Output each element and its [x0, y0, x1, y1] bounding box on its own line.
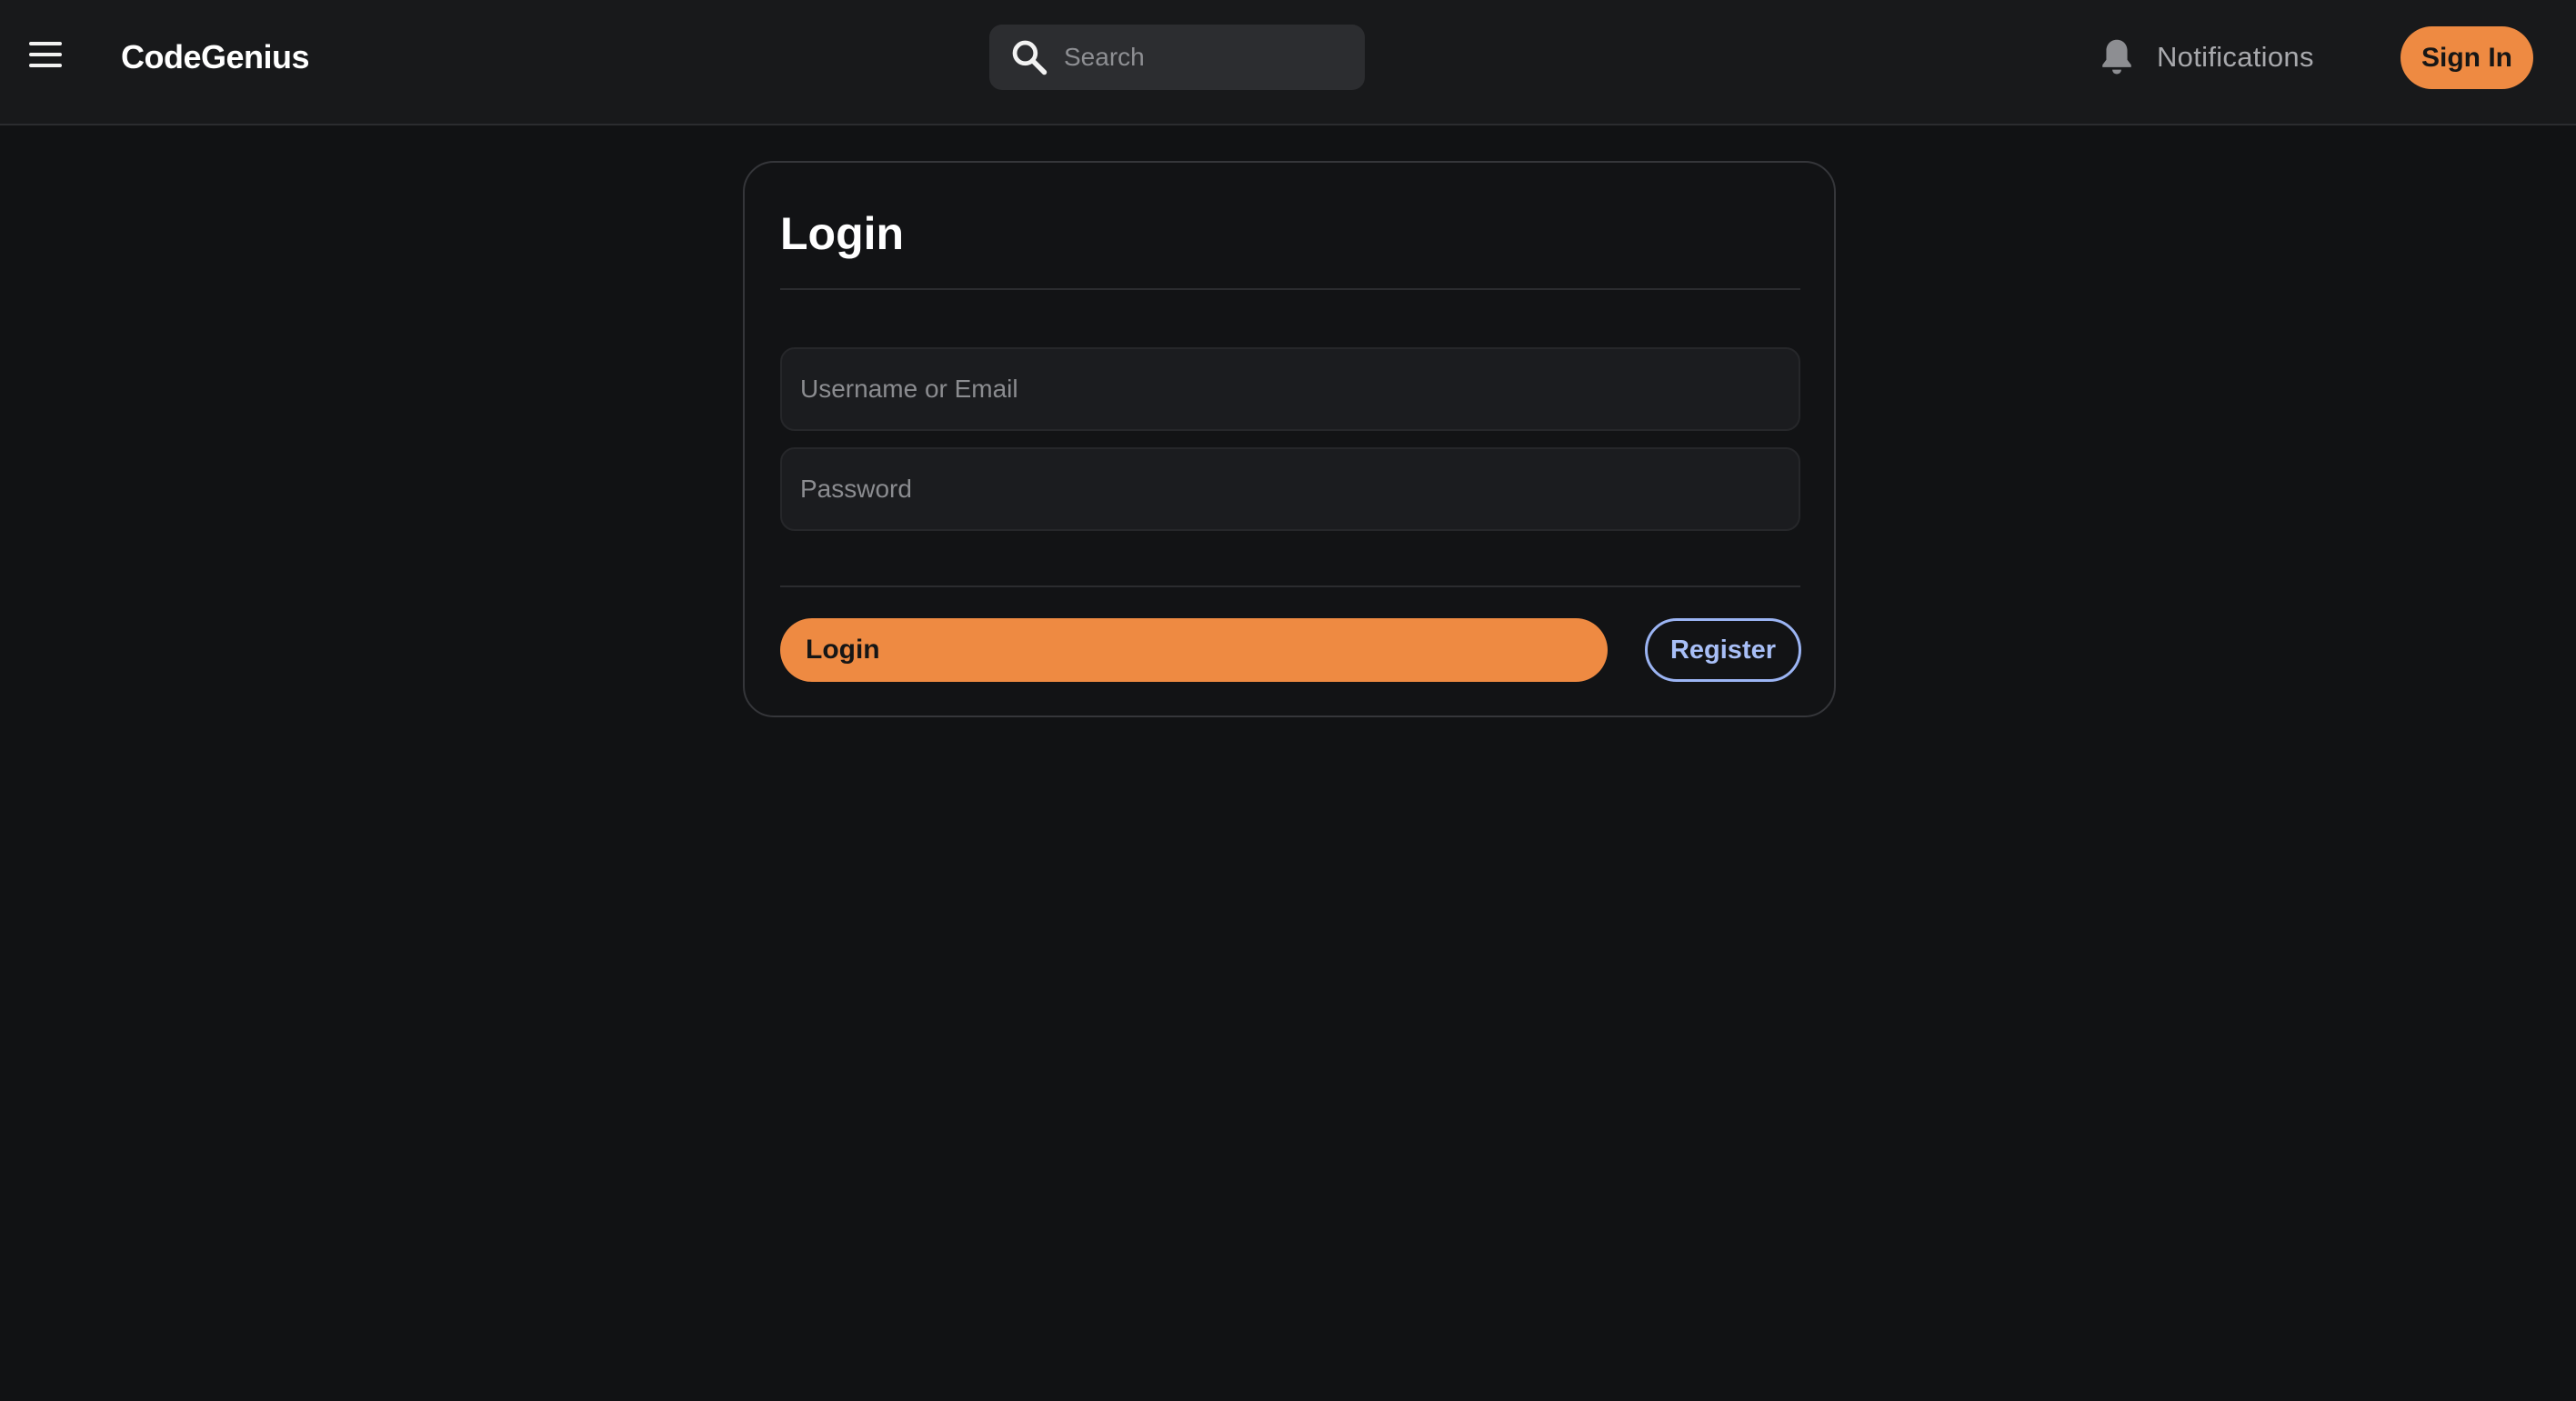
- search-box[interactable]: [989, 25, 1365, 90]
- brand-logo-text[interactable]: CodeGenius: [121, 36, 310, 78]
- notifications-label: Notifications: [2157, 41, 2314, 73]
- password-field[interactable]: [780, 447, 1800, 531]
- register-button[interactable]: Register: [1645, 618, 1801, 682]
- search-input[interactable]: [1064, 43, 1355, 72]
- notifications-button[interactable]: Notifications: [2097, 33, 2314, 82]
- sign-in-button[interactable]: Sign In: [2401, 26, 2533, 89]
- actions-divider: [780, 585, 1800, 587]
- search-icon: [1012, 40, 1047, 75]
- login-title: Login: [780, 208, 905, 259]
- menu-line: [29, 64, 62, 67]
- top-navigation-bar: CodeGenius Notifications Sign In: [0, 0, 2576, 125]
- title-divider: [780, 288, 1800, 290]
- menu-line: [29, 53, 62, 56]
- login-button[interactable]: Login: [780, 618, 1608, 682]
- menu-line: [29, 42, 62, 45]
- hamburger-menu-button[interactable]: [25, 42, 65, 73]
- login-card: Login Login Register: [743, 161, 1836, 717]
- bell-icon: [2102, 39, 2131, 75]
- username-email-field[interactable]: [780, 347, 1800, 431]
